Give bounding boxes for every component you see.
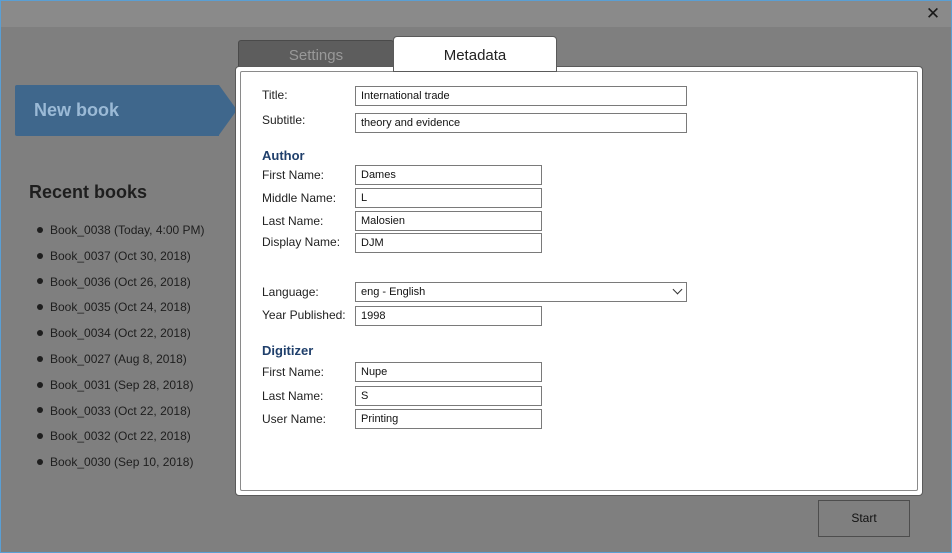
bullet-icon — [37, 252, 43, 259]
bullet-icon — [37, 355, 43, 362]
recent-book-item[interactable]: Book_0027 (Aug 8, 2018) — [37, 351, 205, 377]
author-middle-name-label: Middle Name: — [262, 191, 337, 205]
author-middle-name-input[interactable] — [355, 188, 542, 208]
recent-book-label: Book_0038 (Today, 4:00 PM) — [50, 223, 205, 237]
recent-book-item[interactable]: Book_0038 (Today, 4:00 PM) — [37, 222, 205, 248]
digitizer-last-name-label: Last Name: — [262, 389, 324, 403]
recent-book-label: Book_0030 (Sep 10, 2018) — [50, 455, 194, 470]
start-button[interactable]: Start — [818, 500, 910, 537]
new-book-arrow — [219, 85, 237, 135]
author-last-name-input[interactable] — [355, 211, 542, 231]
bullet-icon — [37, 433, 43, 440]
bullet-icon — [37, 330, 43, 337]
author-display-name-input[interactable] — [355, 233, 542, 253]
close-icon[interactable]: ✕ — [923, 4, 943, 24]
bullet-icon — [37, 304, 43, 311]
author-display-name-label: Display Name: — [262, 235, 341, 249]
recent-book-label: Book_0027 (Aug 8, 2018) — [50, 351, 187, 366]
bullet-icon — [37, 226, 43, 233]
digitizer-first-name-input[interactable] — [355, 362, 542, 382]
language-select[interactable]: eng - English — [355, 282, 687, 302]
recent-book-label: Book_0036 (Oct 26, 2018) — [50, 274, 191, 289]
language-label: Language: — [262, 285, 319, 299]
title-input[interactable] — [355, 86, 687, 106]
recent-book-label: Book_0033 (Oct 22, 2018) — [50, 403, 191, 418]
author-first-name-input[interactable] — [355, 165, 542, 185]
recent-book-item[interactable]: Book_0035 (Oct 24, 2018) — [37, 299, 205, 325]
recent-book-item[interactable]: Book_0031 (Sep 28, 2018) — [37, 377, 205, 403]
recent-books-list: Book_0038 (Today, 4:00 PM) Book_0037 (Oc… — [37, 222, 205, 480]
title-label: Title: — [262, 88, 288, 102]
recent-book-label: Book_0037 (Oct 30, 2018) — [50, 248, 191, 263]
tab-metadata[interactable]: Metadata — [394, 37, 556, 71]
bullet-icon — [37, 407, 43, 414]
metadata-panel-border — [240, 71, 918, 491]
chevron-down-icon — [672, 284, 683, 295]
recent-book-item[interactable]: Book_0030 (Sep 10, 2018) — [37, 454, 205, 480]
author-heading: Author — [262, 148, 305, 163]
subtitle-label: Subtitle: — [262, 113, 306, 127]
recent-book-label: Book_0031 (Sep 28, 2018) — [50, 377, 194, 392]
digitizer-user-name-input[interactable] — [355, 409, 542, 429]
language-select-value: eng - English — [361, 286, 426, 298]
recent-book-label: Book_0035 (Oct 24, 2018) — [50, 300, 191, 315]
author-first-name-label: First Name: — [262, 168, 325, 182]
digitizer-last-name-input[interactable] — [355, 386, 542, 406]
digitizer-first-name-label: First Name: — [262, 365, 325, 379]
title-bar: ✕ — [1, 1, 951, 27]
recent-book-label: Book_0032 (Oct 22, 2018) — [50, 429, 191, 444]
recent-book-item[interactable]: Book_0034 (Oct 22, 2018) — [37, 325, 205, 351]
digitizer-heading: Digitizer — [262, 343, 314, 358]
bullet-icon — [37, 381, 43, 388]
recent-book-label: Book_0034 (Oct 22, 2018) — [50, 326, 191, 341]
tab-settings[interactable]: Settings — [238, 40, 394, 70]
year-published-label: Year Published: — [262, 308, 346, 322]
bullet-icon — [37, 459, 43, 465]
recent-book-item[interactable]: Book_0032 (Oct 22, 2018) — [37, 428, 205, 454]
year-published-input[interactable] — [355, 306, 542, 326]
recent-book-item[interactable]: Book_0037 (Oct 30, 2018) — [37, 248, 205, 274]
author-last-name-label: Last Name: — [262, 214, 324, 228]
recent-book-item[interactable]: Book_0033 (Oct 22, 2018) — [37, 403, 205, 429]
bullet-icon — [37, 278, 43, 285]
recent-books-heading: Recent books — [29, 182, 148, 202]
subtitle-input[interactable] — [355, 113, 687, 133]
new-book-button[interactable]: New book — [15, 85, 219, 136]
digitizer-user-name-label: User Name: — [262, 412, 327, 426]
recent-book-item[interactable]: Book_0036 (Oct 26, 2018) — [37, 274, 205, 300]
